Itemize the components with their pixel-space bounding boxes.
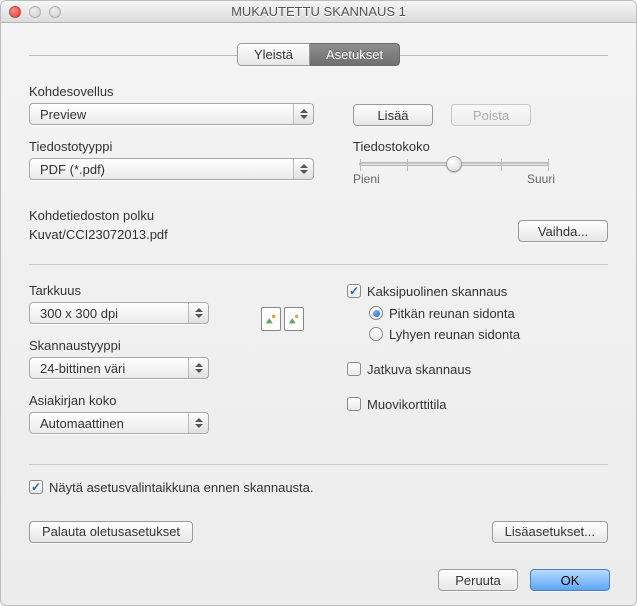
restore-defaults-button[interactable]: Palauta oletusasetukset <box>29 521 193 543</box>
file-size-slider[interactable] <box>359 162 549 166</box>
resolution-label: Tarkkuus <box>29 283 229 298</box>
scan-type-label: Skannaustyyppi <box>29 338 229 353</box>
doc-size-label: Asiakirjan koko <box>29 393 229 408</box>
divider <box>29 464 608 465</box>
file-type-label: Tiedostotyyppi <box>29 139 329 154</box>
divider <box>29 264 608 265</box>
short-edge-radio[interactable]: Lyhyen reunan sidonta <box>369 327 520 342</box>
duplex-checkbox[interactable]: Kaksipuolinen skannaus <box>347 284 507 299</box>
change-path-button[interactable]: Vaihda... <box>518 220 608 242</box>
image-icon <box>264 312 278 326</box>
show-dialog-label: Näytä asetusvalintaikkuna ennen skannaus… <box>49 480 314 495</box>
remove-button: Poista <box>451 104 531 126</box>
titlebar: MUKAUTETTU SKANNAUS 1 <box>1 1 636 23</box>
ok-button[interactable]: OK <box>530 569 610 591</box>
slider-thumb[interactable] <box>446 156 462 172</box>
doc-size-select[interactable]: Automaattinen <box>29 412 209 434</box>
cancel-button[interactable]: Peruuta <box>438 569 518 591</box>
file-size-min-label: Pieni <box>353 172 380 186</box>
target-app-select[interactable]: Preview <box>29 103 314 125</box>
scan-type-select[interactable]: 24-bittinen väri <box>29 357 209 379</box>
card-mode-checkbox[interactable]: Muovikorttitila <box>347 397 446 412</box>
tab-bar: Yleistä Asetukset <box>29 43 608 66</box>
orientation-thumbnails <box>261 307 323 331</box>
chevron-updown-icon <box>188 303 208 323</box>
file-type-value: PDF (*.pdf) <box>40 162 105 177</box>
dialog-window: MUKAUTETTU SKANNAUS 1 Yleistä Asetukset … <box>0 0 637 606</box>
zoom-icon[interactable] <box>49 6 61 18</box>
short-edge-label: Lyhyen reunan sidonta <box>389 327 520 342</box>
continuous-checkbox[interactable]: Jatkuva skannaus <box>347 362 471 377</box>
file-size-max-label: Suuri <box>527 172 555 186</box>
file-size-label: Tiedostokoko <box>353 139 608 154</box>
long-edge-radio[interactable]: Pitkän reunan sidonta <box>369 306 515 321</box>
checkbox-icon <box>347 362 361 376</box>
window-title: MUKAUTETTU SKANNAUS 1 <box>1 4 636 19</box>
checkbox-icon <box>29 480 43 494</box>
chevron-updown-icon <box>293 159 313 179</box>
landscape-thumb[interactable] <box>284 307 304 331</box>
doc-size-value: Automaattinen <box>40 416 124 431</box>
resolution-value: 300 x 300 dpi <box>40 306 118 321</box>
advanced-button[interactable]: Lisäasetukset... <box>492 521 608 543</box>
close-icon[interactable] <box>9 6 21 18</box>
continuous-label: Jatkuva skannaus <box>367 362 471 377</box>
show-dialog-checkbox[interactable]: Näytä asetusvalintaikkuna ennen skannaus… <box>29 480 314 495</box>
chevron-updown-icon <box>188 413 208 433</box>
target-app-label: Kohdesovellus <box>29 84 329 99</box>
resolution-select[interactable]: 300 x 300 dpi <box>29 302 209 324</box>
chevron-updown-icon <box>188 358 208 378</box>
window-controls <box>1 6 61 18</box>
checkbox-icon <box>347 284 361 298</box>
portrait-thumb[interactable] <box>261 307 281 331</box>
chevron-updown-icon <box>293 104 313 124</box>
minimize-icon[interactable] <box>29 6 41 18</box>
dest-path-value: Kuvat/CCI23072013.pdf <box>29 227 494 242</box>
tab-settings[interactable]: Asetukset <box>310 43 400 66</box>
file-type-select[interactable]: PDF (*.pdf) <box>29 158 314 180</box>
scan-type-value: 24-bittinen väri <box>40 361 125 376</box>
target-app-value: Preview <box>40 107 86 122</box>
card-mode-label: Muovikorttitila <box>367 397 446 412</box>
tab-general[interactable]: Yleistä <box>237 43 310 66</box>
dest-path-label: Kohdetiedoston polku <box>29 208 494 223</box>
duplex-label: Kaksipuolinen skannaus <box>367 284 507 299</box>
image-icon <box>287 312 301 326</box>
radio-icon <box>369 306 383 320</box>
long-edge-label: Pitkän reunan sidonta <box>389 306 515 321</box>
add-button[interactable]: Lisää <box>353 104 433 126</box>
checkbox-icon <box>347 397 361 411</box>
radio-icon <box>369 327 383 341</box>
